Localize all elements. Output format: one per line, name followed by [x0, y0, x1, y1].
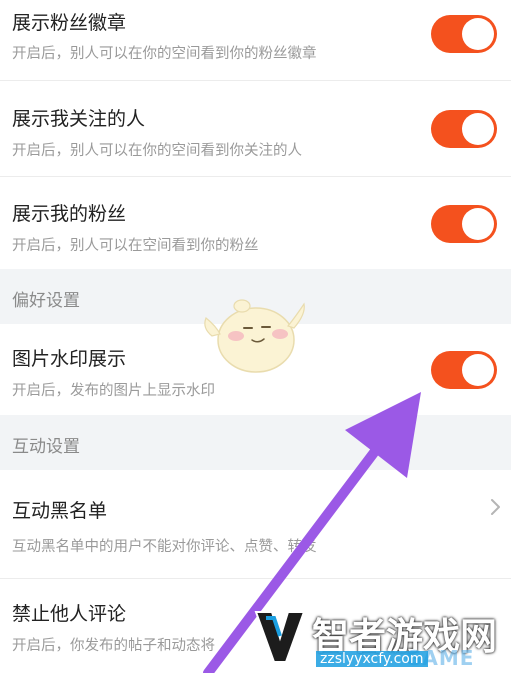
section-header-interaction: 互动设置: [0, 415, 511, 470]
setting-description: 开启后，你发布的帖子和动态将: [12, 638, 215, 654]
setting-row-blacklist[interactable]: 互动黑名单 互动黑名单中的用户不能对你评论、点赞、转发: [0, 470, 511, 578]
chevron-right-icon[interactable]: [488, 497, 504, 517]
watermark-logo-icon: [254, 611, 306, 663]
setting-title: 展示粉丝徽章: [12, 12, 127, 34]
setting-row-fan-badge: 展示粉丝徽章 开启后，别人可以在你的空间看到你的粉丝徽章: [0, 0, 511, 80]
image-watermark-toggle[interactable]: [431, 351, 497, 389]
following-toggle[interactable]: [431, 110, 497, 148]
section-label: 偏好设置: [12, 291, 80, 311]
mascot-sticker-icon: [204, 299, 305, 373]
toggle-knob: [462, 208, 494, 240]
toggle-knob: [462, 113, 494, 145]
setting-title: 互动黑名单: [12, 500, 108, 522]
setting-description: 开启后，别人可以在你的空间看到你的粉丝徽章: [12, 46, 317, 62]
toggle-knob: [462, 354, 494, 386]
setting-description: 开启后，别人可以在空间看到你的粉丝: [12, 238, 259, 254]
setting-title: 图片水印展示: [12, 348, 127, 370]
setting-description: 开启后，别人可以在你的空间看到你关注的人: [12, 143, 302, 159]
setting-description: 开启后，发布的图片上显示水印: [12, 383, 215, 399]
setting-title: 展示我的粉丝: [12, 203, 127, 225]
fan-badge-toggle[interactable]: [431, 15, 497, 53]
setting-title: 展示我关注的人: [12, 108, 146, 130]
watermark-url: zzslyyxcfy.com: [316, 651, 428, 667]
section-label: 互动设置: [12, 437, 80, 457]
setting-title: 禁止他人评论: [12, 603, 127, 625]
fans-toggle[interactable]: [431, 205, 497, 243]
toggle-knob: [462, 18, 494, 50]
setting-row-following: 展示我关注的人 开启后，别人可以在你的空间看到你关注的人: [0, 81, 511, 176]
setting-description: 互动黑名单中的用户不能对你评论、点赞、转发: [12, 539, 317, 555]
setting-row-fans: 展示我的粉丝 开启后，别人可以在空间看到你的粉丝: [0, 177, 511, 269]
